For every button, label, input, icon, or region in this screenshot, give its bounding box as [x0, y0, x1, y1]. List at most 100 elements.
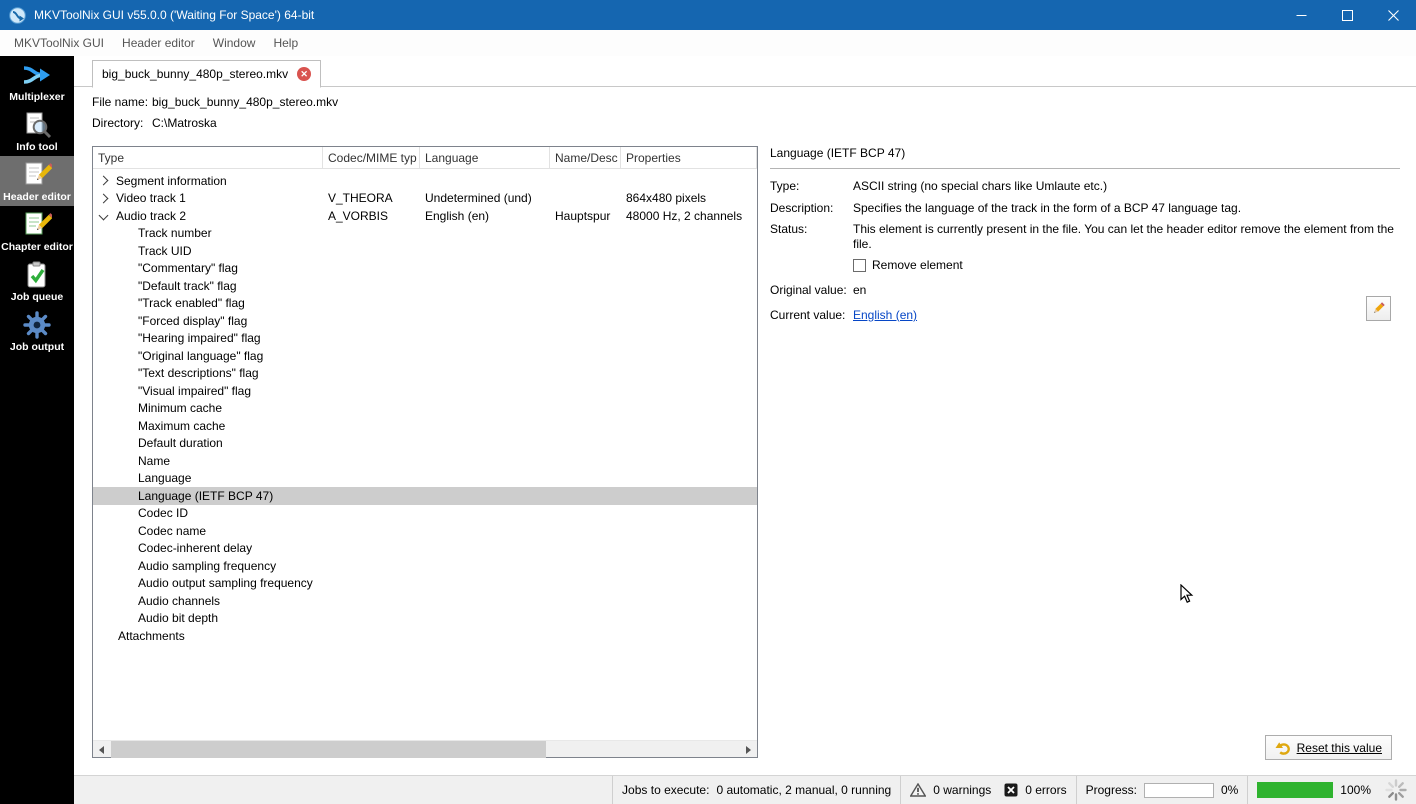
cell-codec — [323, 505, 420, 523]
tree-row-text-descriptions-flag[interactable]: "Text descriptions" flag — [93, 365, 757, 383]
tree-row-codec-inherent-delay[interactable]: Codec-inherent delay — [93, 540, 757, 558]
tree-row-track-uid[interactable]: Track UID — [93, 242, 757, 260]
cell-language — [420, 382, 550, 400]
tree-row-audio-output-sampling-frequency[interactable]: Audio output sampling frequency — [93, 575, 757, 593]
cell-name — [550, 260, 621, 278]
edit-value-button[interactable] — [1366, 296, 1391, 321]
tree-row-label: Codec name — [138, 523, 207, 538]
tree-row-label: Codec ID — [138, 506, 189, 521]
scroll-right-arrow-icon[interactable] — [740, 741, 757, 758]
cell-language — [420, 260, 550, 278]
sidebar-item-chapter-editor[interactable]: Chapter editor — [0, 206, 74, 256]
cell-codec — [323, 172, 420, 190]
checkbox-icon[interactable] — [853, 258, 866, 272]
cell-properties — [621, 347, 757, 365]
tree-row-default-duration[interactable]: Default duration — [93, 435, 757, 453]
menu-mkvtoolnix-gui[interactable]: MKVToolNix GUI — [5, 30, 113, 56]
file-tab-label: big_buck_bunny_480p_stereo.mkv — [102, 67, 289, 81]
menu-header-editor[interactable]: Header editor — [113, 30, 204, 56]
column-header-type[interactable]: Type — [93, 147, 323, 168]
cell-codec — [323, 435, 420, 453]
cell-properties — [621, 452, 757, 470]
scroll-left-arrow-icon[interactable] — [93, 741, 110, 758]
cell-language — [420, 365, 550, 383]
remove-element-checkbox[interactable]: Remove element — [853, 258, 1400, 273]
tree-row-label: Maximum cache — [138, 418, 226, 433]
sidebar-item-label: Header editor — [3, 190, 71, 203]
horizontal-scrollbar[interactable] — [93, 740, 757, 758]
tree-row-language[interactable]: Language — [93, 470, 757, 488]
tree-row-maximum-cache[interactable]: Maximum cache — [93, 417, 757, 435]
tree-row-minimum-cache[interactable]: Minimum cache — [93, 400, 757, 418]
menu-window[interactable]: Window — [204, 30, 265, 56]
tree-row-label: Track UID — [138, 243, 192, 258]
tree-row-label: Language (IETF BCP 47) — [138, 488, 274, 503]
cell-properties — [621, 312, 757, 330]
cell-language — [420, 225, 550, 243]
tree-row-original-language-flag[interactable]: "Original language" flag — [93, 347, 757, 365]
file-tab[interactable]: big_buck_bunny_480p_stereo.mkv ✕ — [92, 60, 322, 88]
cell-name — [550, 487, 621, 505]
current-value-link[interactable]: English (en) — [853, 308, 917, 322]
maximize-button[interactable] — [1324, 0, 1370, 30]
tree-row-hearing-impaired-flag[interactable]: "Hearing impaired" flag — [93, 330, 757, 348]
minimize-button[interactable] — [1278, 0, 1324, 30]
window-title: MKVToolNix GUI v55.0.0 ('Waiting For Spa… — [34, 8, 315, 22]
cell-codec — [323, 347, 420, 365]
cell-name — [550, 400, 621, 418]
tree-row-name[interactable]: Name — [93, 452, 757, 470]
menu-help[interactable]: Help — [264, 30, 307, 56]
sidebar-item-multiplexer[interactable]: Multiplexer — [0, 56, 74, 106]
cell-language — [420, 557, 550, 575]
sidebar-item-label: Job output — [9, 340, 65, 353]
header-element-tree: Type Codec/MIME typ Language Name/Desc Prope… — [92, 146, 758, 758]
progress-label: Progress: — [1085, 783, 1137, 797]
tree-row-codec-id[interactable]: Codec ID — [93, 505, 757, 523]
scrollbar-thumb[interactable] — [111, 741, 546, 758]
tree-row-label: "Text descriptions" flag — [138, 366, 259, 381]
tree-row-attachments[interactable]: Attachments — [93, 627, 757, 645]
sidebar-item-job-output[interactable]: Job output — [0, 306, 74, 356]
cell-language — [420, 435, 550, 453]
errors-count: 0 errors — [1025, 783, 1067, 797]
tab-close-icon[interactable]: ✕ — [297, 67, 312, 81]
file-name-label: File name: — [92, 95, 149, 109]
sidebar-item-job-queue[interactable]: Job queue — [0, 256, 74, 306]
tree-row-audio-track-2[interactable]: Audio track 2 A_VORBIS English (en) Hauptsp… — [93, 207, 757, 225]
tree-row-codec-name[interactable]: Codec name — [93, 522, 757, 540]
column-header-codec-mime-typ[interactable]: Codec/MIME typ — [323, 147, 420, 168]
tree-row-visual-impaired-flag[interactable]: "Visual impaired" flag — [93, 382, 757, 400]
reset-value-button[interactable]: Reset this value — [1264, 735, 1392, 760]
tree-row-track-number[interactable]: Track number — [93, 225, 757, 243]
chevron-right-icon[interactable] — [98, 193, 109, 204]
multiplexer-merge-icon — [22, 60, 52, 90]
tree-row-label: "Commentary" flag — [138, 261, 238, 276]
progress-status: Progress: 0% — [1077, 782, 1248, 798]
column-header-language[interactable]: Language — [420, 147, 550, 168]
column-header-name-desc[interactable]: Name/Desc — [550, 147, 621, 168]
tree-row-audio-bit-depth[interactable]: Audio bit depth — [93, 610, 757, 628]
tree-row-commentary-flag[interactable]: "Commentary" flag — [93, 260, 757, 278]
cell-properties — [621, 575, 757, 593]
tree-row-language-ietf-bcp-47[interactable]: Language (IETF BCP 47) — [93, 487, 757, 505]
sidebar-item-header-editor[interactable]: Header editor — [0, 156, 74, 206]
warning-icon — [910, 783, 927, 797]
close-button[interactable] — [1370, 0, 1416, 30]
tree-row-track-enabled-flag[interactable]: "Track enabled" flag — [93, 295, 757, 313]
tree-row-audio-sampling-frequency[interactable]: Audio sampling frequency — [93, 557, 757, 575]
tree-row-segment-information[interactable]: Segment information — [93, 172, 757, 190]
cell-properties — [621, 557, 757, 575]
directory-label: Directory: — [92, 116, 144, 130]
chevron-right-icon[interactable] — [98, 175, 109, 186]
cell-name — [550, 557, 621, 575]
tree-row-label: Default duration — [138, 436, 223, 451]
tree-row-default-track-flag[interactable]: "Default track" flag — [93, 277, 757, 295]
tree-row-label: "Original language" flag — [138, 348, 264, 363]
chevron-down-icon[interactable] — [98, 210, 109, 221]
tree-row-audio-channels[interactable]: Audio channels — [93, 592, 757, 610]
sidebar-item-info-tool[interactable]: Info tool — [0, 106, 74, 156]
tree-row-forced-display-flag[interactable]: "Forced display" flag — [93, 312, 757, 330]
column-header-properties[interactable]: Properties — [621, 147, 757, 168]
tree-row-label: Video track 1 — [116, 191, 186, 206]
tree-row-video-track-1[interactable]: Video track 1 V_THEORA Undetermined (und) 8… — [93, 190, 757, 208]
